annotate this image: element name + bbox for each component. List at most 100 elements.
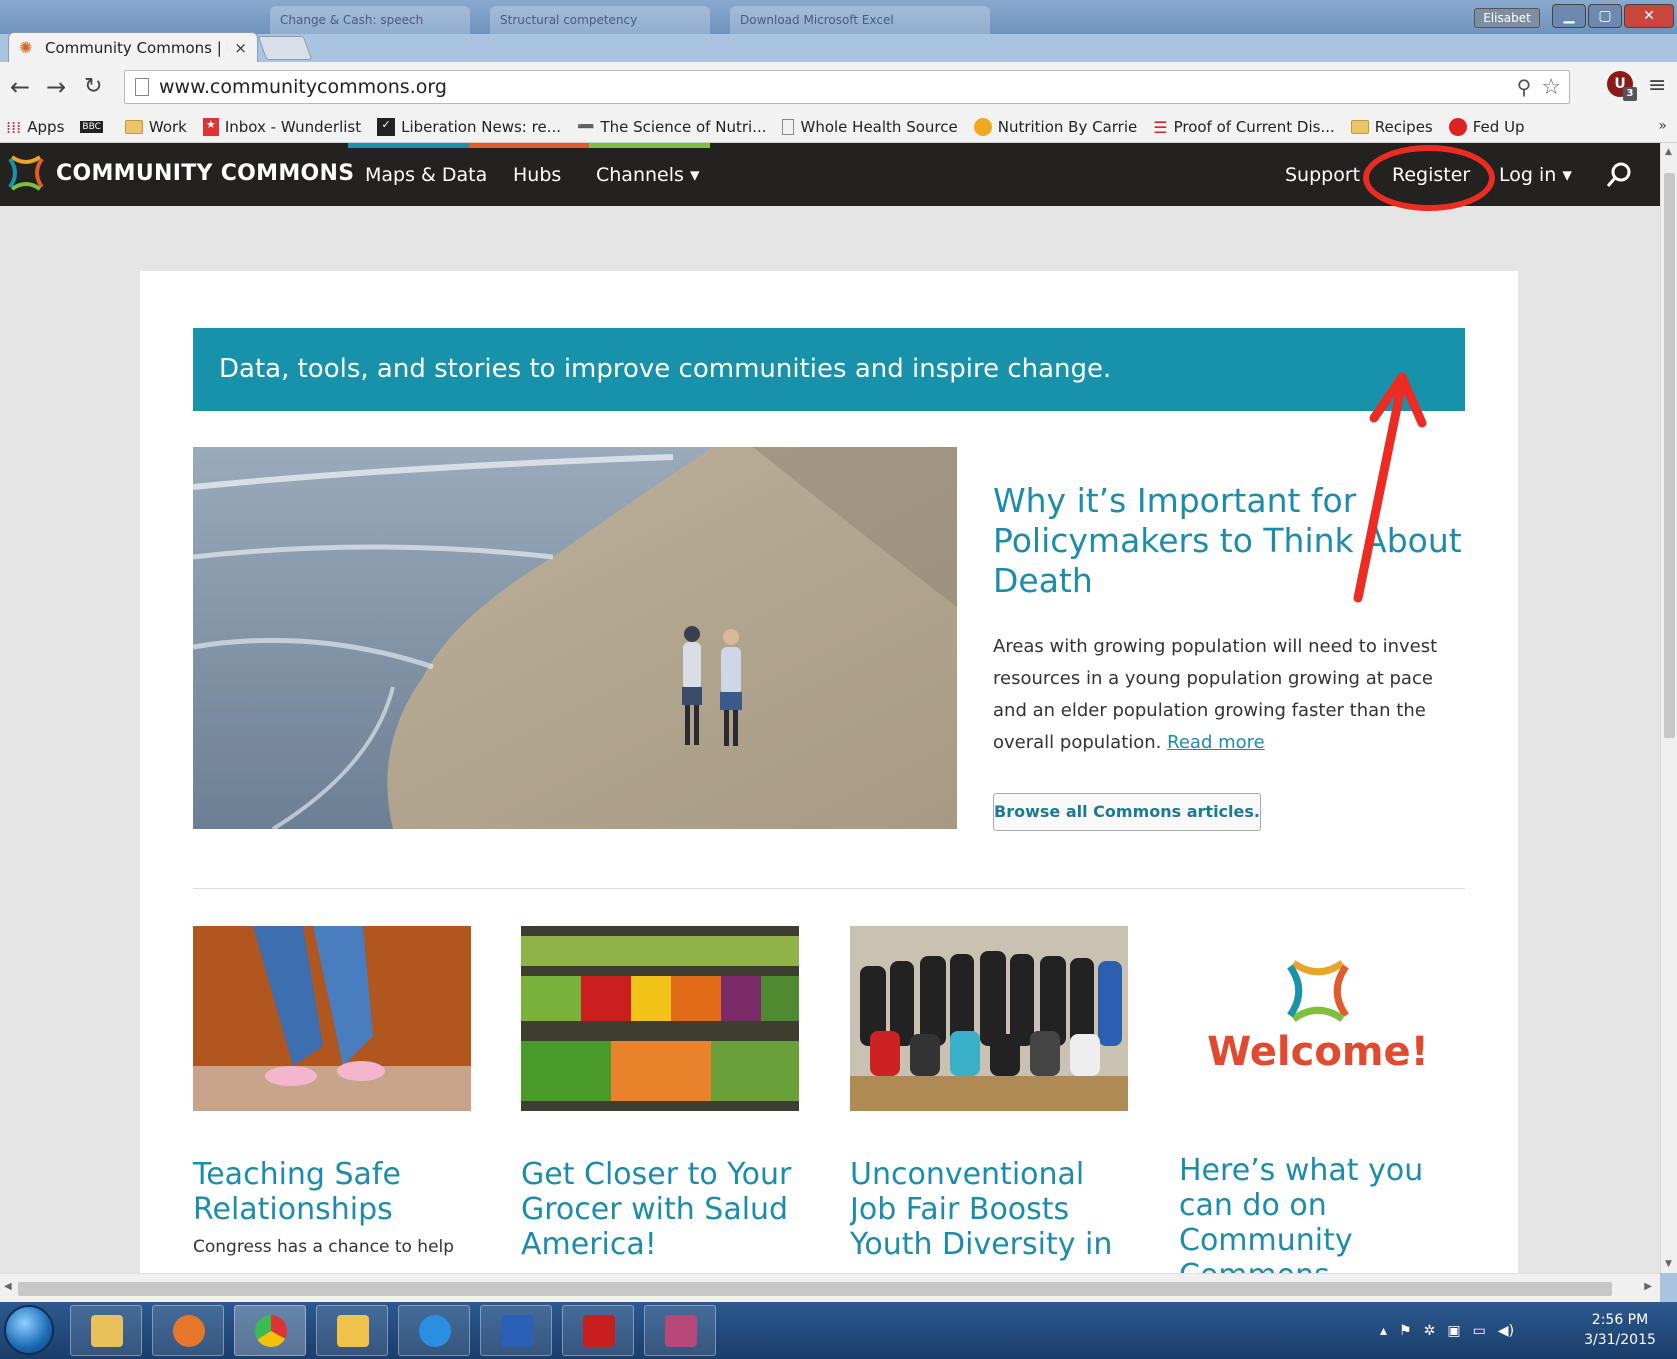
extension-icon[interactable]: U3 bbox=[1607, 71, 1637, 101]
key-icon[interactable]: ⚲ bbox=[1517, 75, 1532, 99]
vertical-scrollbar[interactable]: ▲ ▼ bbox=[1660, 143, 1677, 1273]
nav-login[interactable]: Log in ▾ bbox=[1499, 164, 1572, 186]
taskbar-word[interactable] bbox=[480, 1305, 552, 1356]
hero-beach-image[interactable] bbox=[193, 447, 957, 829]
new-tab-button[interactable] bbox=[257, 36, 313, 60]
close-window-icon[interactable]: ✕ bbox=[1624, 4, 1674, 28]
scroll-up-icon[interactable]: ▲ bbox=[1665, 147, 1672, 157]
taskbar-outlook[interactable] bbox=[316, 1305, 388, 1356]
address-bar[interactable]: ⚲ ☆ bbox=[124, 70, 1570, 104]
nav-hubs[interactable]: Hubs bbox=[513, 164, 561, 186]
maximize-icon[interactable]: ▢ bbox=[1588, 4, 1622, 28]
carrie-icon bbox=[973, 118, 992, 136]
bookmark-label: Apps bbox=[27, 118, 65, 136]
article-tile[interactable]: Welcome! Here’s what you can do on Commu… bbox=[1179, 926, 1457, 1273]
tray-expand-icon[interactable]: ▴ bbox=[1380, 1323, 1387, 1339]
page-icon bbox=[135, 78, 149, 96]
tab-title: Community Commons | D bbox=[45, 38, 229, 57]
minimize-icon[interactable]: ▁ bbox=[1552, 4, 1586, 28]
jeans-sneakers-thumbnail[interactable] bbox=[193, 926, 471, 1111]
bookmark-apps[interactable]: ⁞⁞⁞ Apps bbox=[6, 118, 64, 137]
bookmark-recipes[interactable]: Recipes bbox=[1350, 118, 1433, 136]
title-bar: Change & Cash: speech Structural compete… bbox=[0, 0, 1677, 34]
taskbar-app[interactable] bbox=[644, 1305, 716, 1356]
hamburger-menu-icon[interactable]: ≡ bbox=[1648, 73, 1666, 98]
taskbar-media-player[interactable] bbox=[152, 1305, 224, 1356]
active-tab[interactable]: ✺ Community Commons | D × bbox=[8, 32, 258, 62]
article-tile[interactable]: Teaching Safe Relationships Congress has… bbox=[193, 926, 471, 1257]
tile-title[interactable]: Get Closer to Your Grocer with Salud Ame… bbox=[521, 1157, 799, 1262]
extension-count: 3 bbox=[1623, 87, 1637, 101]
url-input[interactable] bbox=[159, 76, 1517, 98]
horizontal-scrollbar[interactable]: ◀ ▶ bbox=[0, 1273, 1660, 1302]
welcome-thumbnail[interactable]: Welcome! bbox=[1179, 926, 1457, 1111]
power-icon[interactable]: ▣ bbox=[1447, 1323, 1460, 1339]
bookmark-wunderlist[interactable]: ★ Inbox - Wunderlist bbox=[202, 118, 361, 136]
start-button[interactable] bbox=[4, 1305, 54, 1355]
site-logo-text[interactable]: COMMUNITY COMMONS bbox=[56, 161, 354, 186]
search-icon[interactable] bbox=[1605, 161, 1633, 189]
taskbar-acrobat[interactable] bbox=[562, 1305, 634, 1356]
profile-badge[interactable]: Elisabet bbox=[1474, 8, 1540, 28]
bookmark-bbc[interactable]: BBC bbox=[80, 121, 108, 133]
horizontal-scroll-thumb[interactable] bbox=[18, 1282, 1612, 1296]
taskbar-ie[interactable] bbox=[398, 1305, 470, 1356]
register-highlight-circle bbox=[1363, 145, 1495, 211]
browser-toolbar: ← → ↻ ⚲ ☆ U3 ≡ bbox=[0, 62, 1677, 112]
scroll-left-icon[interactable]: ◀ bbox=[4, 1281, 12, 1292]
background-tab[interactable]: Structural competency bbox=[490, 6, 710, 34]
welcome-text: Welcome! bbox=[1207, 1029, 1429, 1075]
liberation-news-icon: ✓ bbox=[377, 118, 396, 136]
grocery-produce-thumbnail[interactable] bbox=[521, 926, 799, 1111]
bookmark-star-icon[interactable]: ☆ bbox=[1541, 75, 1561, 100]
page-icon bbox=[782, 119, 795, 135]
bookmark-fed-up[interactable]: Fed Up bbox=[1448, 118, 1525, 136]
tile-snippet: Congress has a chance to help bbox=[193, 1237, 455, 1257]
taskbar-clock[interactable]: 2:56 PM 3/31/2015 bbox=[1570, 1310, 1670, 1350]
community-commons-favicon-icon: ✺ bbox=[19, 37, 33, 57]
background-tab[interactable]: Change & Cash: speech bbox=[270, 6, 470, 34]
bookmark-science-of-nutrition[interactable]: ➖ The Science of Nutri... bbox=[577, 118, 767, 136]
browse-articles-button[interactable]: Browse all Commons articles. bbox=[993, 793, 1261, 831]
nav-maps-data[interactable]: Maps & Data bbox=[365, 164, 487, 186]
nav-support[interactable]: Support bbox=[1285, 164, 1360, 186]
back-arrow-icon[interactable]: ← bbox=[10, 73, 30, 101]
taskbar-chrome[interactable] bbox=[234, 1305, 306, 1356]
volume-icon[interactable]: ◀) bbox=[1498, 1323, 1514, 1339]
scroll-down-icon[interactable]: ▼ bbox=[1665, 1259, 1672, 1269]
folder-icon bbox=[1350, 120, 1369, 134]
community-commons-logo-icon bbox=[1287, 960, 1349, 1022]
read-more-link[interactable]: Read more bbox=[1167, 732, 1265, 753]
word-icon bbox=[501, 1315, 533, 1347]
community-commons-logo-icon[interactable] bbox=[6, 153, 46, 193]
forward-arrow-icon[interactable]: → bbox=[46, 73, 66, 101]
article-tile[interactable]: Unconventional Job Fair Boosts Youth Div… bbox=[850, 926, 1128, 1272]
background-tab[interactable]: Download Microsoft Excel bbox=[730, 6, 990, 34]
vertical-scroll-thumb[interactable] bbox=[1664, 173, 1675, 738]
bookmarks-overflow-icon[interactable]: » bbox=[1658, 118, 1667, 134]
nav-channels[interactable]: Channels ▾ bbox=[596, 164, 699, 186]
article-tile[interactable]: Get Closer to Your Grocer with Salud Ame… bbox=[521, 926, 799, 1272]
nav-color-strip bbox=[348, 143, 711, 148]
folder-icon bbox=[124, 120, 143, 134]
bookmark-proof[interactable]: ☰ Proof of Current Dis... bbox=[1153, 118, 1335, 137]
flag-icon[interactable]: ⚑ bbox=[1399, 1323, 1412, 1339]
page-viewport: COMMUNITY COMMONS Maps & Data Hubs Chann… bbox=[0, 143, 1660, 1273]
tab-close-icon[interactable]: × bbox=[234, 39, 247, 57]
bookmark-nutrition-by-carrie[interactable]: Nutrition By Carrie bbox=[973, 118, 1138, 136]
tile-title[interactable]: Here’s what you can do on Community Comm… bbox=[1179, 1153, 1457, 1273]
bookmark-work[interactable]: Work bbox=[124, 118, 187, 136]
display-icon[interactable]: ▭ bbox=[1473, 1323, 1486, 1339]
scroll-right-icon[interactable]: ▶ bbox=[1644, 1281, 1652, 1292]
bookmark-whole-health[interactable]: Whole Health Source bbox=[782, 118, 958, 136]
hero-article-summary: Areas with growing population will need … bbox=[993, 631, 1463, 759]
bookmark-liberation-news[interactable]: ✓ Liberation News: re... bbox=[377, 118, 561, 136]
group-photo-thumbnail[interactable] bbox=[850, 926, 1128, 1111]
network-icon[interactable]: ✲ bbox=[1424, 1323, 1436, 1339]
bookmark-label: Proof of Current Dis... bbox=[1173, 118, 1335, 136]
tile-title[interactable]: Teaching Safe Relationships bbox=[193, 1157, 471, 1227]
bookmark-label: Nutrition By Carrie bbox=[997, 118, 1138, 136]
tile-title[interactable]: Unconventional Job Fair Boosts Youth Div… bbox=[850, 1157, 1128, 1262]
taskbar-explorer[interactable] bbox=[70, 1305, 142, 1356]
reload-icon[interactable]: ↻ bbox=[84, 73, 102, 101]
